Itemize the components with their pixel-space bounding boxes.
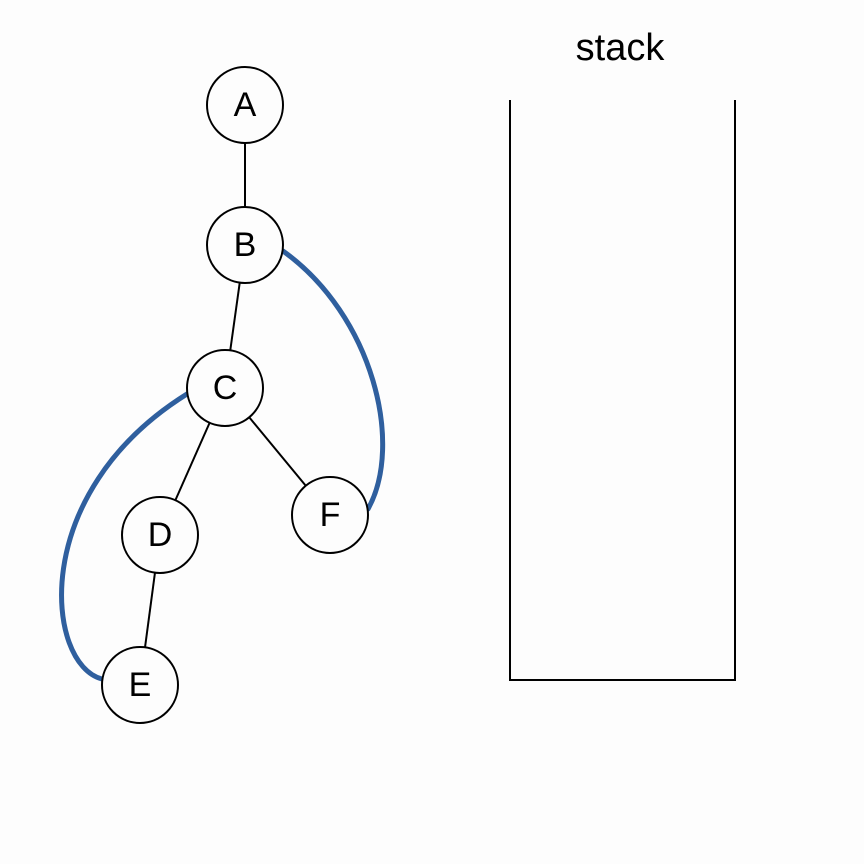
edge-b-c [230, 283, 239, 351]
edge-c-f [249, 417, 306, 485]
node-b-label: B [234, 226, 257, 264]
back-edge-b-f [283, 251, 383, 509]
stack-title: stack [576, 27, 666, 69]
node-d: D [122, 497, 198, 573]
stack-container [510, 100, 735, 680]
node-c-label: C [213, 369, 238, 407]
node-c: C [187, 350, 263, 426]
node-b: B [207, 207, 283, 283]
edge-d-e [145, 573, 155, 648]
node-e-label: E [129, 666, 152, 704]
node-f-label: F [320, 496, 341, 534]
node-a-label: A [234, 86, 257, 124]
edge-c-d [175, 423, 209, 500]
diagram-canvas: A B C D E F stack [0, 0, 864, 864]
node-e: E [102, 647, 178, 723]
node-a: A [207, 67, 283, 143]
node-f: F [292, 477, 368, 553]
node-d-label: D [148, 516, 173, 554]
